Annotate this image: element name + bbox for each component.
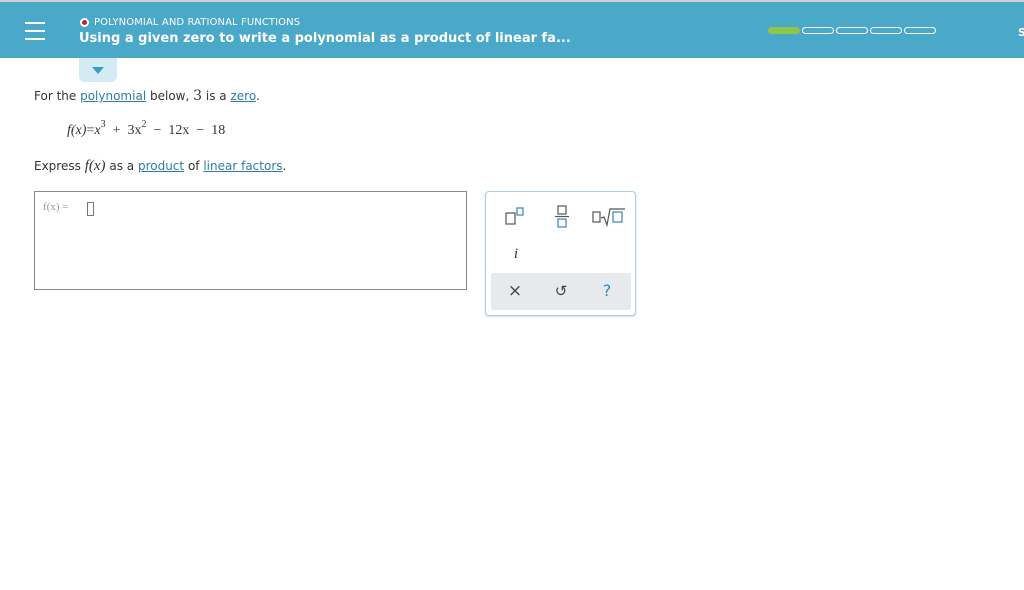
header-edge-text: S [1018,26,1024,39]
nth-root-template-button[interactable] [590,203,626,229]
keypad-action-row: × ↺ ? [491,273,631,310]
progress-bar [768,27,938,34]
fraction-template-button[interactable] [551,203,575,229]
eq-lhs: f(x) [67,123,87,138]
chevron-down-icon [92,67,104,74]
instruction-text: of [187,159,200,173]
eq-exponent: 3 [100,119,106,130]
polynomial-link[interactable]: polynomial [80,89,146,103]
progress-segment [870,27,902,34]
statement-period: . [255,89,260,103]
problem-statement: For the polynomial below, 3 is a zero. [34,88,260,104]
answer-input[interactable]: f(x) = [34,191,467,290]
linear-factors-link[interactable]: linear factors [203,159,282,173]
progress-segment [768,27,800,34]
fraction-icon [555,205,569,228]
math-keypad: i × ↺ ? [485,191,636,316]
eq-operator: + [112,123,121,138]
instruction-period: . [282,159,287,173]
statement-text: is a [205,89,227,103]
topic-status-dot-icon [80,17,89,27]
instruction-text: as a [109,159,135,173]
zero-link[interactable]: zero [230,89,255,103]
statement-text: below, [149,89,190,103]
eq-operator: − [153,123,162,138]
problem-instruction: Express f(x) as a product of linear fact… [34,158,286,175]
product-link[interactable]: product [138,159,184,173]
instruction-text: Express [34,159,81,173]
zero-value: 3 [193,88,203,104]
eq-term: 12x [168,123,190,138]
instruction-function: f(x) [84,158,106,174]
header-bar: POLYNOMIAL AND RATIONAL FUNCTIONS Using … [0,2,1024,58]
answer-label: f(x) = [43,201,69,213]
imaginary-unit-button[interactable]: i [506,244,526,264]
eq-operator: − [196,123,205,138]
progress-segment [836,27,868,34]
answer-cursor-box[interactable] [87,202,94,216]
eq-term: 18 [211,123,226,138]
page-title: Using a given zero to write a polynomial… [79,31,571,46]
progress-segment [802,27,834,34]
undo-button[interactable]: ↺ [551,281,571,301]
superscript-template-button[interactable] [504,204,528,228]
topic-line: POLYNOMIAL AND RATIONAL FUNCTIONS [80,15,300,29]
collapse-header-button[interactable] [79,58,117,82]
statement-text: For the [34,89,77,103]
progress-segment [904,27,936,34]
topic-label: POLYNOMIAL AND RATIONAL FUNCTIONS [94,16,301,28]
eq-term: 3x [127,123,142,138]
help-button[interactable]: ? [597,281,617,301]
hamburger-menu-icon[interactable] [25,22,45,40]
sqrt-icon [592,208,625,228]
clear-button[interactable]: × [505,281,525,301]
polynomial-equation: f(x)=x3 + 3x2 − 12x − 18 [67,120,226,139]
superscript-icon [505,207,524,225]
eq-exponent: 2 [141,119,147,130]
